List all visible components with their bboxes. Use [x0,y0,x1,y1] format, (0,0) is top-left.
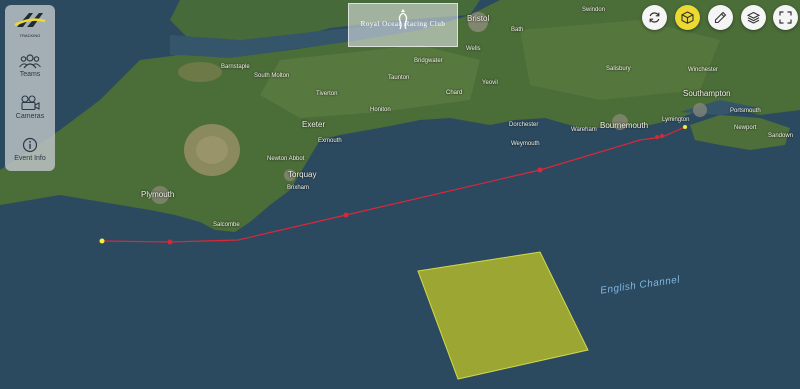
place-label: Bristol [467,14,490,23]
place-label: Salcombe [213,222,240,228]
teams-icon [19,54,41,69]
place-label: Winchester [688,67,719,73]
place-label: Swindon [582,7,606,13]
track-point[interactable] [167,239,173,245]
3d-cube-icon [681,11,694,24]
track-point[interactable] [655,135,659,139]
refresh-icon [649,12,660,23]
camera-icon [21,95,40,111]
measure-button[interactable] [708,5,733,30]
place-label: Portsmouth [730,108,761,114]
place-label: Newport [734,125,757,131]
place-label: Yeovil [482,80,498,86]
place-label: Lymington [662,117,690,123]
club-logo: Royal Ocean Racing Club [348,3,458,47]
place-label: Honiton [370,107,391,113]
sidebar-item-teams[interactable]: Teams [5,49,55,91]
sidebar-item-label: Event Info [14,155,46,162]
fullscreen-button[interactable] [773,5,798,30]
place-label: Exmouth [318,138,342,144]
info-icon [22,137,38,153]
track-point[interactable] [343,212,349,218]
place-label: Chard [446,90,463,96]
sidebar-item-event-info[interactable]: Event Info [5,133,55,175]
3d-view-button[interactable] [675,5,700,30]
sidebar-item-label: Teams [19,71,41,78]
track-point[interactable] [537,167,543,173]
fullscreen-icon [779,11,792,24]
place-label: Taunton [388,75,410,81]
place-label: Brixham [287,185,310,191]
place-label: Weymouth [511,141,540,147]
ruler-icon [714,11,727,24]
place-label: Wells [466,46,481,52]
sidebar-item-cameras[interactable]: Cameras [5,91,55,133]
place-label: Bath [511,27,524,33]
track-point[interactable] [660,134,664,138]
place-label: Salisbury [606,66,631,72]
place-label: Dorchester [509,122,539,128]
logo-text: TRACKING [19,33,41,38]
place-label: Newton Abbot [267,156,305,162]
place-label: Southampton [683,89,731,98]
place-label: Bournemouth [600,121,649,130]
layers-icon [747,11,760,24]
place-label: Exeter [302,120,326,129]
place-label: Tiverton [316,91,338,97]
left-sidebar: TRACKING Teams Cameras Event Info [5,5,55,171]
place-label: South Molton [254,73,290,79]
layers-button[interactable] [741,5,766,30]
refresh-button[interactable] [642,5,667,30]
map-canvas[interactable] [0,0,800,389]
place-label: Sandown [768,133,794,139]
place-label: Torquay [288,170,317,179]
place-label: Plymouth [141,190,175,199]
place-label: Wareham [571,127,597,133]
boat-marker[interactable] [683,125,687,129]
sidebar-item-label: Cameras [15,113,45,120]
club-name: Royal Ocean Racing Club [360,20,446,28]
place-label: Bridgwater [414,58,443,64]
place-label: Barnstaple [221,64,250,70]
boat-marker[interactable] [99,238,105,244]
